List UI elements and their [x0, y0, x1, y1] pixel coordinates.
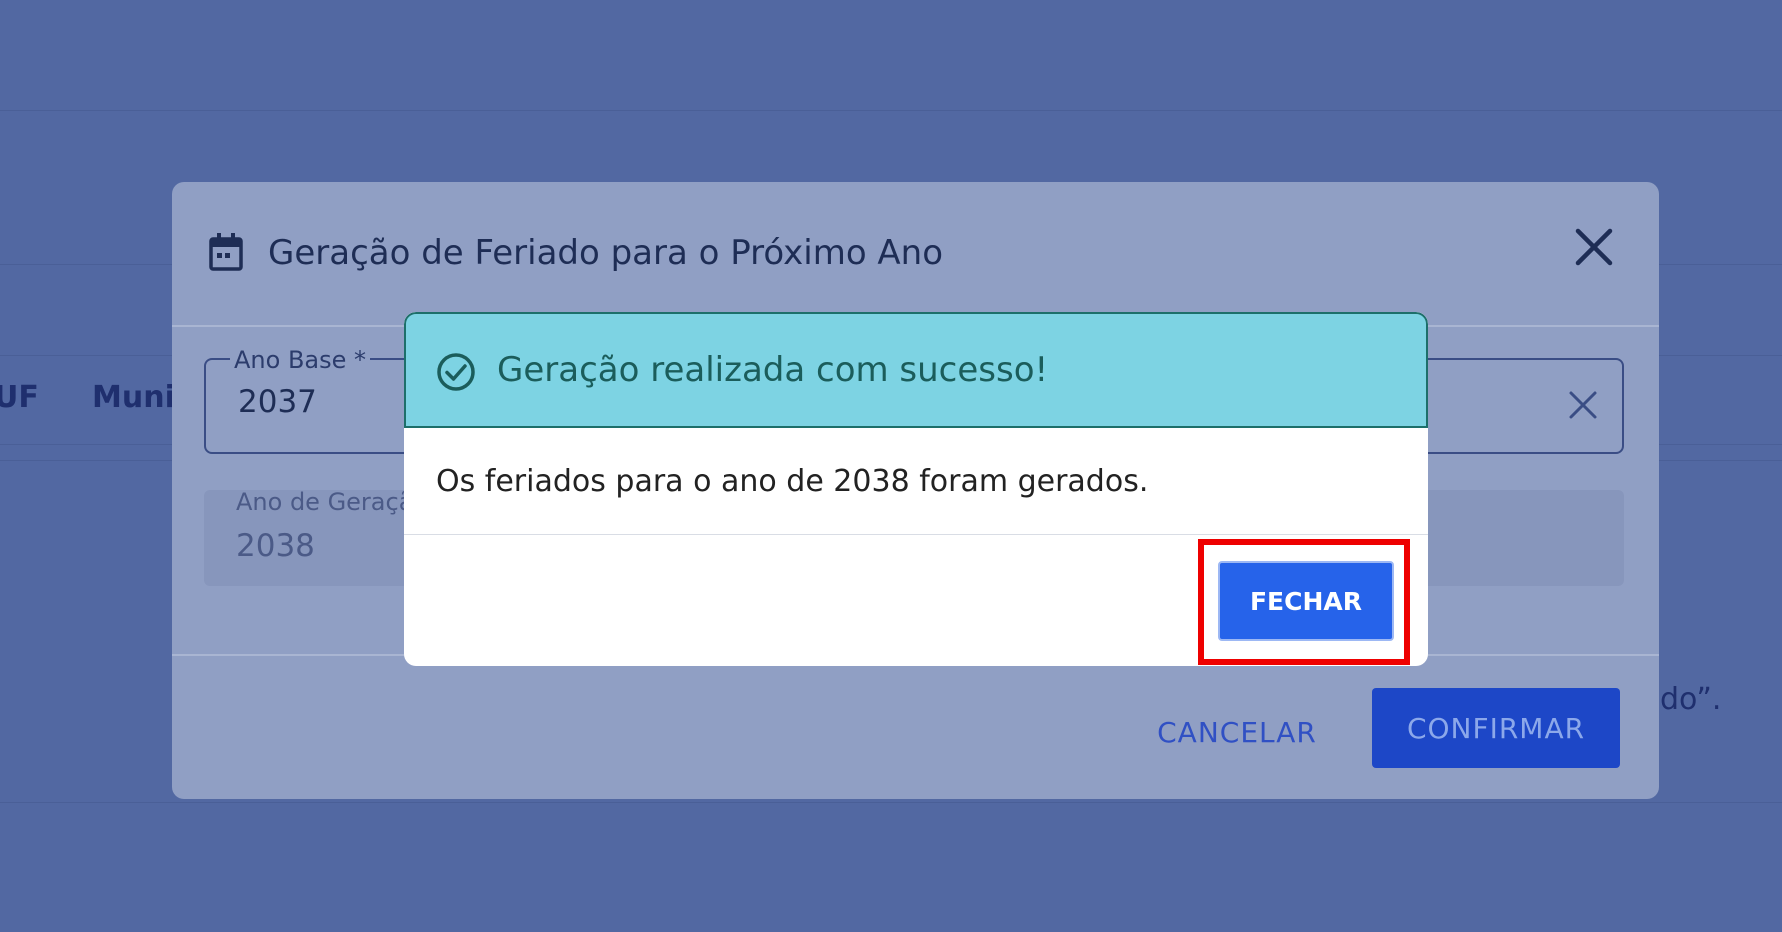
clear-icon[interactable] — [1566, 388, 1600, 422]
close-icon[interactable] — [1572, 225, 1616, 269]
check-circle-icon — [437, 353, 475, 391]
ano-geracao-label: Ano de Geração — [236, 488, 429, 516]
calendar-icon — [209, 233, 243, 271]
ano-base-value: 2037 — [238, 384, 317, 420]
ano-base-label: Ano Base * — [230, 346, 371, 374]
confirm-button[interactable]: CONFIRMAR — [1372, 688, 1620, 768]
success-dialog-message: Os feriados para o ano de 2038 foram ger… — [436, 464, 1149, 499]
success-dialog-title: Geração realizada com sucesso! — [497, 350, 1049, 390]
modal-title: Geração de Feriado para o Próximo Ano — [268, 233, 944, 273]
table-header-uf: UF — [0, 380, 39, 415]
success-dialog-header: Geração realizada com sucesso! — [404, 312, 1428, 428]
table-header-municipio: Muni — [92, 380, 175, 415]
ano-geracao-value: 2038 — [236, 528, 315, 564]
background-divider-bottom — [0, 802, 1782, 803]
cancel-button[interactable]: CANCELAR — [1142, 702, 1332, 762]
background-divider-top — [0, 110, 1782, 111]
success-dialog-divider — [404, 534, 1428, 535]
close-button[interactable]: FECHAR — [1218, 561, 1394, 641]
background-text-fragment: do”. — [1660, 682, 1722, 717]
